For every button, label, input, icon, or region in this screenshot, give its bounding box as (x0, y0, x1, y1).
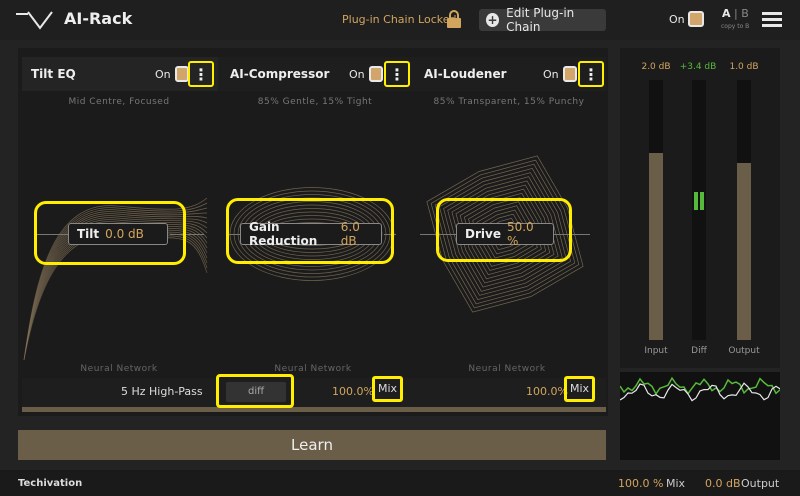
edit-plugin-chain-button[interactable]: + Edit Plug-in Chain (479, 6, 606, 34)
ai-loudener-title: AI-Loudener (424, 67, 507, 81)
input-meter-label: Input (644, 346, 668, 356)
ai-loudener-more-icon[interactable]: ⋮ (578, 61, 604, 87)
output-meter-label: Output (728, 346, 760, 356)
ab-a-label: A (722, 7, 731, 20)
diff-meter (692, 80, 706, 340)
app-title: AI-Rack (64, 9, 133, 28)
input-meter-fill (649, 152, 663, 340)
global-on-toggle[interactable] (688, 11, 704, 27)
strip-progress-bar (22, 407, 606, 412)
brand-label: Techivation (18, 478, 83, 489)
compressor-mix-value[interactable]: 100.0% (332, 385, 374, 398)
ai-compressor-more-icon[interactable]: ⋮ (384, 61, 410, 87)
global-on-label: On (669, 13, 685, 26)
gain-reduction-highlight (226, 198, 394, 264)
global-mix-value[interactable]: 100.0 % (618, 477, 663, 490)
chain-locked-label: Plug-in Chain Locked (342, 13, 457, 26)
loudener-mix-button[interactable]: Mix (564, 376, 596, 402)
hamburger-menu-icon[interactable] (762, 12, 782, 27)
tilt-eq-title: Tilt EQ (31, 67, 76, 81)
output-meter-value: 1.0 dB (729, 62, 759, 72)
diff-indicator (700, 192, 704, 210)
global-mix-label: Mix (666, 477, 686, 490)
output-gain-label: Output (741, 477, 780, 490)
input-meter (649, 80, 663, 340)
ai-compressor-description: 85% Gentle, 15% Tight (257, 97, 373, 107)
ai-loudener-nn-label: Neural Network (468, 364, 546, 374)
ai-loudener-on-toggle[interactable] (563, 66, 577, 82)
output-meter-fill (737, 163, 751, 340)
compressor-mix-button[interactable]: Mix (372, 376, 404, 402)
diff-meter-label: Diff (691, 346, 707, 356)
output-gain-value[interactable]: 0.0 dB (705, 477, 741, 490)
ai-compressor-title: AI-Compressor (230, 67, 330, 81)
tilt-eq-on-toggle[interactable] (175, 66, 189, 82)
ab-switch[interactable]: A | B (722, 7, 749, 20)
lock-icon[interactable] (446, 10, 462, 28)
learn-button[interactable]: Learn (18, 430, 606, 460)
diff-indicator (694, 192, 698, 210)
copy-to-b-label[interactable]: copy to B (721, 23, 749, 30)
drive-param-highlight (436, 198, 572, 262)
logo-icon (16, 11, 53, 30)
output-meter (737, 80, 751, 340)
ab-b-label: B (741, 7, 749, 20)
input-meter-value: 2.0 dB (641, 62, 671, 72)
loudener-mix-value[interactable]: 100.0% (526, 385, 568, 398)
tilt-eq-more-icon[interactable]: ⋮ (188, 61, 214, 87)
ai-compressor-on-toggle[interactable] (369, 66, 383, 82)
edit-plugin-chain-label: Edit Plug-in Chain (506, 6, 575, 34)
highpass-control[interactable]: 5 Hz High-Pass (121, 385, 203, 398)
ab-separator: | (730, 7, 742, 20)
plus-icon: + (486, 13, 500, 27)
ai-loudener-on-label: On (543, 68, 559, 81)
tilt-param-highlight (34, 201, 186, 265)
ai-compressor-on-label: On (349, 68, 365, 81)
tilt-eq-on-label: On (155, 68, 171, 81)
waveform-scope (619, 372, 781, 460)
diff-highlight (216, 374, 294, 408)
ai-loudener-description: 85% Transparent, 15% Punchy (433, 97, 585, 107)
ai-compressor-nn-label: Neural Network (274, 364, 352, 374)
diff-meter-value: +3.4 dB (679, 62, 717, 72)
tilt-eq-nn-label: Neural Network (80, 364, 158, 374)
controls-strip (22, 378, 606, 408)
tilt-eq-description: Mid Centre, Focused (68, 97, 170, 107)
waveform-graphic (619, 376, 781, 402)
